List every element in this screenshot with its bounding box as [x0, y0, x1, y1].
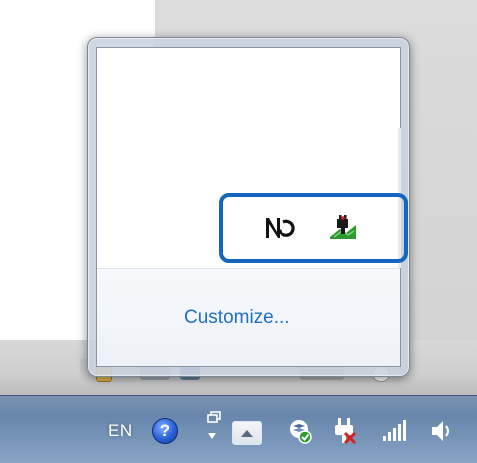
chevron-up-icon: [241, 430, 253, 437]
customize-link[interactable]: Customize...: [184, 307, 290, 329]
power-plug-icon[interactable]: [331, 416, 361, 446]
show-hidden-icons-button[interactable]: [232, 421, 262, 445]
windows-flag-small-icon[interactable]: [204, 409, 224, 445]
taskbar-glow: [0, 396, 477, 416]
network-plug-icon[interactable]: [326, 213, 360, 243]
signal-strength-icon[interactable]: [380, 416, 410, 446]
sync-icon[interactable]: [262, 213, 296, 243]
language-indicator[interactable]: EN: [108, 421, 133, 441]
highlight-box: [219, 193, 408, 263]
volume-icon[interactable]: [428, 416, 458, 446]
help-icon[interactable]: ?: [152, 418, 178, 444]
action-center-flag-icon[interactable]: [285, 416, 315, 446]
